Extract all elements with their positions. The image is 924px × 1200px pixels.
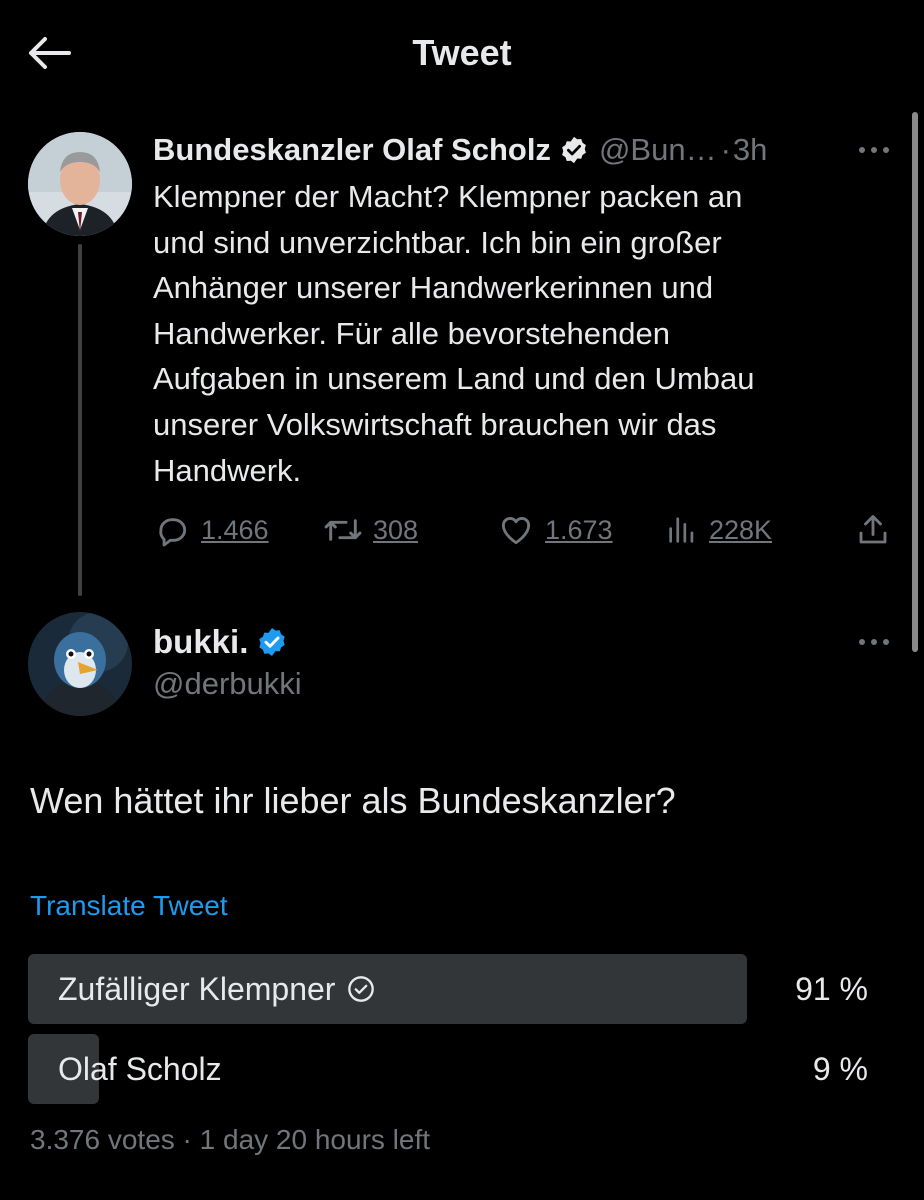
- separator-dot: ·: [720, 132, 731, 167]
- views-icon: [669, 517, 694, 543]
- avatar-bukki-image: [28, 612, 132, 716]
- reply-icon: [159, 518, 187, 547]
- poll-option-label: Olaf Scholz: [58, 1050, 222, 1087]
- more-icon: [859, 639, 889, 645]
- poll-meta: 3.376 votes · 1 day 20 hours left: [30, 1124, 431, 1155]
- reply-tweet-header: bukki.: [153, 620, 288, 664]
- views-count: 228K: [709, 514, 773, 545]
- scrollbar[interactable]: [912, 112, 918, 652]
- parent-tweet-header: Bundeskanzler Olaf Scholz @Bun… · 3h: [153, 128, 767, 172]
- thread-connector: [78, 244, 82, 596]
- poll-option-label-row: Olaf Scholz: [58, 1034, 222, 1104]
- reply-count: 1.466: [201, 514, 269, 545]
- author-name[interactable]: bukki.: [153, 623, 248, 661]
- author-handle[interactable]: @derbukki: [153, 666, 302, 702]
- share-icon: [859, 515, 887, 544]
- avatar[interactable]: [28, 132, 132, 236]
- tweet-text: Klempner der Macht? Klempner packen an u…: [153, 179, 755, 488]
- translate-link[interactable]: Translate Tweet: [30, 890, 228, 922]
- verified-badge-icon: [256, 626, 288, 658]
- heart-icon: [501, 517, 531, 545]
- verified-badge-icon: [559, 135, 589, 165]
- like-count: 1.673: [545, 514, 613, 545]
- more-icon: [859, 147, 889, 153]
- retweet-icon: [324, 519, 362, 541]
- top-bar: Tweet: [0, 0, 924, 110]
- tweet-timestamp[interactable]: 3h: [733, 132, 767, 168]
- avatar-olaf-image: [28, 132, 132, 236]
- views-button[interactable]: 228K: [665, 508, 772, 552]
- poll-option-percent: 91 %: [795, 970, 868, 1007]
- like-button[interactable]: 1.673: [497, 508, 613, 552]
- page-title: Tweet: [412, 32, 512, 73]
- share-button[interactable]: [855, 508, 891, 552]
- more-options-button[interactable]: [856, 140, 892, 160]
- more-options-button[interactable]: [856, 632, 892, 652]
- poll-option[interactable]: Zufälliger Klempner 91 %: [28, 954, 868, 1024]
- poll-option[interactable]: Olaf Scholz 9 %: [28, 1034, 868, 1104]
- author-name[interactable]: Bundeskanzler Olaf Scholz: [153, 132, 551, 168]
- retweet-count: 308: [373, 514, 419, 545]
- tweet-actions: 1.466 308 1.673 228K: [153, 508, 893, 552]
- avatar[interactable]: [28, 612, 132, 716]
- poll-option-label: Zufälliger Klempner: [58, 970, 336, 1007]
- retweet-button[interactable]: 308: [323, 508, 418, 552]
- poll-option-label-row: Zufälliger Klempner: [58, 954, 375, 1024]
- poll-option-percent: 9 %: [812, 1050, 868, 1087]
- author-handle[interactable]: @Bun…: [599, 132, 717, 168]
- tweet-text: Wen hättet ihr lieber als Bundeskanzler?: [30, 780, 676, 821]
- reply-button[interactable]: 1.466: [153, 508, 269, 552]
- check-circle-icon: [347, 975, 375, 1003]
